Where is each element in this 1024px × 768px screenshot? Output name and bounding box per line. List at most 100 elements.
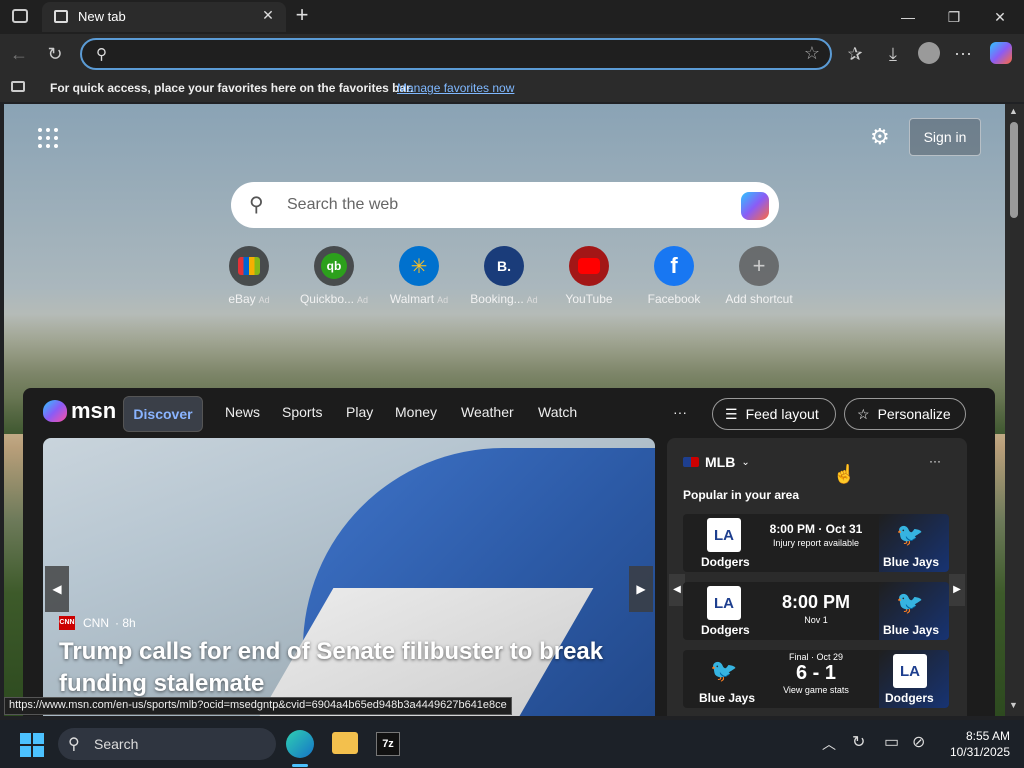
- minimize-button[interactable]: —: [888, 4, 928, 30]
- game-card[interactable]: LA Dodgers 8:00 PM Nov 1 🐦 Blue Jays: [683, 582, 949, 640]
- hero-headline[interactable]: Trump calls for end of Senate filibuster…: [59, 636, 639, 700]
- restore-button[interactable]: ❐: [934, 4, 974, 30]
- msn-logo[interactable]: msn: [43, 396, 116, 426]
- add-shortcut-button[interactable]: + Add shortcut: [716, 246, 802, 306]
- shortcut-walmart[interactable]: ✳ Walmart Ad: [376, 246, 462, 306]
- hero-headline-line1: Trump calls for end of Senate filibuster…: [59, 638, 604, 665]
- hero-next-arrow[interactable]: ▶: [629, 566, 653, 612]
- copilot-icon[interactable]: [990, 42, 1012, 64]
- tab-discover[interactable]: Discover: [123, 396, 203, 432]
- add-favorite-icon[interactable]: ☆: [804, 43, 820, 64]
- display-icon[interactable]: ▭: [884, 732, 899, 752]
- clock-date: 10/31/2025: [949, 745, 1010, 759]
- shortcut-youtube[interactable]: YouTube: [546, 246, 632, 306]
- feed-layout-button[interactable]: ☰ Feed layout: [712, 398, 836, 430]
- favorites-bar-icon: [11, 81, 25, 92]
- tab-actions-icon[interactable]: [12, 9, 28, 23]
- scroll-up-arrow[interactable]: ▲: [1009, 106, 1018, 116]
- game-time: 8:00 PM · Oct 31: [769, 522, 863, 536]
- game-info: Final · Oct 29 6 - 1 View game stats: [749, 652, 883, 695]
- tab-sports[interactable]: Sports: [282, 404, 322, 420]
- tab-weather[interactable]: Weather: [461, 404, 514, 420]
- sign-in-button[interactable]: Sign in: [909, 118, 981, 156]
- game-time: 8:00 PM: [781, 592, 851, 612]
- shortcut-label: Quickbo...: [299, 292, 354, 306]
- shortcut-label: Add shortcut: [725, 292, 793, 306]
- sync-icon[interactable]: ↻: [852, 732, 865, 752]
- refresh-icon[interactable]: ↻: [42, 42, 68, 66]
- file-explorer-icon[interactable]: [332, 732, 358, 754]
- address-bar[interactable]: ⚲ ☆: [80, 38, 832, 70]
- settings-more-icon[interactable]: ⋯: [950, 42, 976, 66]
- new-tab-button[interactable]: +: [290, 3, 314, 27]
- shortcut-label: Walmart: [389, 292, 435, 306]
- blue-jays-logo: 🐦: [896, 522, 924, 547]
- quickbooks-icon: qb: [314, 246, 354, 286]
- scrollbar-thumb[interactable]: [1010, 122, 1018, 218]
- scroll-down-arrow[interactable]: ▼: [1009, 700, 1018, 710]
- shortcut-ebay[interactable]: eBay Ad: [206, 246, 292, 306]
- web-search-box[interactable]: ⚲ Search the web: [231, 182, 779, 228]
- feed-layout-label: Feed layout: [745, 406, 819, 422]
- mlb-more-icon[interactable]: ···: [929, 454, 941, 468]
- tab-play[interactable]: Play: [346, 404, 373, 420]
- tab-money[interactable]: Money: [395, 404, 437, 420]
- hero-age: · 8h: [115, 616, 136, 630]
- mlb-logo-icon: [683, 457, 699, 467]
- mlb-next-arrow[interactable]: ▶: [949, 574, 965, 606]
- game-card[interactable]: 🐦 Blue Jays Final · Oct 29 6 - 1 View ga…: [683, 650, 949, 708]
- game-stats-link[interactable]: View game stats: [749, 685, 883, 695]
- page-scrollbar[interactable]: ▲ ▼: [1005, 104, 1024, 716]
- windows-start-icon[interactable]: [20, 733, 44, 757]
- tab-watch[interactable]: Watch: [538, 404, 577, 420]
- 7zip-icon[interactable]: 7z: [376, 732, 400, 756]
- copilot-search-icon[interactable]: [741, 192, 769, 220]
- profile-avatar[interactable]: [918, 42, 940, 64]
- msn-butterfly-icon: [43, 400, 67, 422]
- search-icon: ⚲: [96, 46, 107, 63]
- close-window-button[interactable]: ✕: [980, 4, 1020, 30]
- mlb-title: MLB: [705, 454, 736, 470]
- favorites-icon[interactable]: ✰: [842, 42, 868, 66]
- youtube-icon: [569, 246, 609, 286]
- shortcut-facebook[interactable]: f Facebook: [631, 246, 717, 306]
- team-name: Dodgers: [701, 623, 750, 637]
- shortcut-label: eBay: [228, 292, 256, 306]
- walmart-icon: ✳: [399, 246, 439, 286]
- apps-launcher-icon[interactable]: [38, 128, 58, 148]
- ad-label: Ad: [258, 295, 270, 305]
- show-hidden-icons-chevron-icon[interactable]: ︿: [822, 734, 836, 754]
- shortcut-quickbooks[interactable]: qb Quickbo... Ad: [291, 246, 377, 306]
- close-tab-icon[interactable]: ✕: [258, 7, 278, 24]
- mlb-header[interactable]: MLB ⌄: [683, 454, 750, 470]
- back-icon[interactable]: ←: [6, 42, 32, 66]
- hero-prev-arrow[interactable]: ◀: [45, 566, 69, 612]
- web-search-input[interactable]: Search the web: [287, 196, 398, 214]
- clock-time: 8:55 AM: [965, 729, 1010, 743]
- manage-favorites-link[interactable]: Manage favorites now: [397, 81, 514, 95]
- game-card[interactable]: LA Dodgers 8:00 PM · Oct 31 Injury repor…: [683, 514, 949, 572]
- personalize-label: Personalize: [877, 406, 951, 422]
- game-note: Injury report available: [772, 538, 860, 548]
- page-settings-icon[interactable]: ⚙: [870, 124, 890, 150]
- network-icon[interactable]: ⊘: [912, 732, 925, 752]
- personalize-button[interactable]: ☆ Personalize: [844, 398, 966, 430]
- team-name: Blue Jays: [699, 691, 756, 705]
- tab-news[interactable]: News: [225, 404, 260, 420]
- tab-new-tab[interactable]: New tab ✕: [42, 2, 286, 32]
- hero-news-card[interactable]: ◀ ▶ CNN CNN · 8h Trump calls for end of …: [43, 438, 655, 716]
- taskbar-search[interactable]: ⚲ Search: [58, 728, 276, 760]
- game-status: Final · Oct 29: [788, 652, 844, 662]
- taskbar: ⚲ Search 7z ︿ ↻ ▭ ⊘ 8:55 AM 10/31/2025: [0, 720, 1024, 768]
- more-tabs-icon[interactable]: ···: [673, 404, 687, 420]
- shortcut-booking[interactable]: B. Booking... Ad: [461, 246, 547, 306]
- sparkle-star-icon: ☆: [857, 405, 870, 422]
- downloads-icon[interactable]: ⤓: [880, 42, 906, 66]
- game-info: 8:00 PM Nov 1: [749, 592, 883, 625]
- shortcut-label: YouTube: [565, 292, 613, 306]
- new-tab-page: ⚙ Sign in ⚲ Search the web eBay Ad qb Qui…: [4, 104, 1005, 716]
- clock[interactable]: 8:55 AM 10/31/2025: [940, 728, 1010, 760]
- chevron-down-icon: ⌄: [741, 456, 750, 468]
- dodgers-logo: LA: [707, 518, 741, 552]
- edge-taskbar-icon[interactable]: [286, 730, 314, 758]
